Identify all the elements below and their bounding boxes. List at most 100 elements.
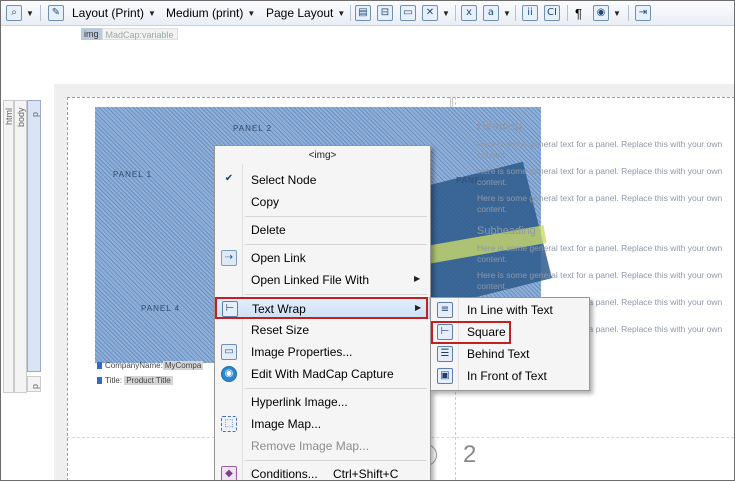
menu-label: Reset Size	[251, 323, 310, 337]
text-button[interactable]: a ▼	[483, 4, 511, 22]
conditions-icon: ◆	[221, 466, 237, 480]
view-button[interactable]: ◉ ▼	[593, 4, 621, 22]
structure-body-label: body	[16, 107, 26, 127]
company-label: CompanyName:	[105, 361, 163, 370]
menu-label: Select Node	[251, 173, 317, 187]
chevron-down-icon: ▼	[503, 8, 511, 18]
structure-p-second[interactable]: p	[27, 376, 41, 392]
menu-label: Open Linked File With	[251, 273, 370, 287]
paragraph-marker-icon	[97, 377, 102, 385]
panel-label: PANEL 2	[233, 124, 273, 133]
conditions-button[interactable]: ii	[522, 4, 538, 22]
zoom-button[interactable]: ⌕ ▼	[6, 4, 34, 22]
wrap-in-front-of-text[interactable]: ▣ In Front of Text	[431, 365, 589, 387]
toolbar-divider	[350, 5, 351, 21]
layout-label: Layout (Print)	[72, 6, 145, 20]
wrap-behind-text[interactable]: ☰ Behind Text	[431, 343, 589, 365]
menu-separator	[245, 460, 427, 461]
toolbar-divider	[567, 5, 568, 21]
company-variable[interactable]: MyCompa	[162, 361, 204, 370]
check-icon: ✔	[224, 173, 234, 184]
menu-hyperlink-image[interactable]: Hyperlink Image...	[215, 391, 430, 413]
company-line: CompanyName: MyCompa Title: Product Title	[97, 361, 204, 385]
capture-icon: ◉	[221, 366, 237, 382]
link-icon: ⇢	[221, 250, 237, 266]
menu-separator	[245, 388, 427, 389]
export-icon: ⇥	[635, 5, 651, 21]
menu-label: Copy	[251, 195, 280, 209]
menu-open-linked-file-with[interactable]: Open Linked File With ▶	[215, 269, 430, 291]
menu-reset-size[interactable]: Reset Size	[215, 319, 430, 341]
menu-open-link[interactable]: ⇢ Open Link	[215, 247, 430, 269]
menu-remove-image-map[interactable]: Remove Image Map...	[215, 435, 430, 457]
chevron-down-icon: ▼	[247, 8, 256, 18]
layout-dropdown[interactable]: ✎ Layout (Print) ▼	[48, 4, 156, 22]
show-marks-button[interactable]: ¶	[575, 4, 582, 22]
chevron-down-icon: ▼	[442, 8, 450, 18]
panel-subheading: Subheading	[477, 225, 536, 237]
zoom-icon: ⊟	[377, 5, 393, 21]
menu-copy[interactable]: Copy	[215, 191, 430, 213]
menu-delete[interactable]: Delete	[215, 219, 430, 241]
page-number: 2	[463, 441, 477, 468]
export-button[interactable]: ⇥	[635, 4, 651, 22]
toolbar: ⌕ ▼ ✎ Layout (Print) ▼ Medium (print) ▼ Pag…	[1, 1, 734, 26]
menu-label: Image Map...	[251, 417, 322, 431]
eye-icon: ◉	[593, 5, 609, 21]
image-icon: ▭	[221, 344, 237, 360]
inline-wrap-icon: ≡	[437, 302, 453, 318]
wrap-in-line-with-text[interactable]: ≡ In Line with Text	[431, 299, 589, 321]
image-map-icon: ⬚	[221, 416, 237, 432]
tag-img[interactable]: img	[81, 28, 102, 40]
markers-icon: ✕	[422, 5, 438, 21]
behind-wrap-icon: ☰	[437, 346, 453, 362]
menu-image-map[interactable]: ⬚ Image Map...	[215, 413, 430, 435]
structure-html[interactable]: html	[3, 100, 14, 393]
menu-image-properties[interactable]: ▭ Image Properties...	[215, 341, 430, 363]
toolbar-divider	[628, 5, 629, 21]
spreadsheet-icon: x	[461, 5, 477, 21]
text-format-icon: a	[483, 5, 499, 21]
structure-p2-label: p	[30, 383, 40, 389]
medium-dropdown[interactable]: Medium (print) ▼	[164, 4, 255, 22]
paragraph-marker-icon	[97, 362, 102, 370]
title-label: Title:	[105, 376, 123, 385]
structure-p-label: p	[30, 111, 40, 117]
frame-button[interactable]: ▭	[400, 4, 416, 22]
conditions-icon: ii	[522, 5, 538, 21]
panel-label: PANEL 1	[113, 170, 153, 179]
toolbar-divider	[515, 5, 516, 21]
toolbar-divider	[40, 5, 41, 21]
tag-variable[interactable]: MadCap:variable	[101, 28, 178, 40]
panel-paragraph: Here is some general text for a panel. R…	[477, 139, 723, 160]
context-menu-title: <img>	[308, 150, 337, 161]
magnifier-icon: ⌕	[6, 5, 22, 21]
structure-html-label: html	[4, 107, 14, 125]
menu-edit-madcap-capture[interactable]: ◉ Edit With MadCap Capture	[215, 363, 430, 385]
structure-body[interactable]: body	[14, 100, 27, 393]
menu-select-node[interactable]: ✔ Select Node	[215, 169, 430, 191]
front-wrap-icon: ▣	[437, 368, 453, 384]
tags-button[interactable]: CI	[544, 4, 560, 22]
frame-icon: ▭	[400, 5, 416, 21]
tags-icon: CI	[544, 5, 560, 21]
editor-window: ⌕ ▼ ✎ Layout (Print) ▼ Medium (print) ▼ Pag…	[0, 0, 735, 481]
markers-button[interactable]: ✕ ▼	[422, 4, 450, 22]
page-layout-dropdown[interactable]: Page Layout ▼	[264, 4, 345, 22]
text-wrap-submenu: ≡ In Line with Text ⊢ Square ☰ Behind Te…	[430, 297, 590, 391]
title-variable[interactable]: Product Title	[124, 376, 173, 385]
preview-button[interactable]: ▤	[355, 4, 371, 22]
menu-label: Remove Image Map...	[251, 439, 370, 453]
panel-paragraph: Here is some general text for a panel. R…	[477, 243, 723, 264]
panel-paragraph: Here is some general text for a panel. R…	[477, 270, 723, 291]
structure-p[interactable]: p	[27, 100, 41, 372]
chevron-down-icon: ▼	[148, 8, 156, 18]
spreadsheet-button[interactable]: x	[461, 4, 477, 22]
menu-conditions[interactable]: ◆ Conditions... Ctrl+Shift+C	[215, 463, 430, 480]
menu-label: In Front of Text	[467, 369, 547, 383]
panel-heading: Heading	[477, 119, 522, 133]
zoom-out-button[interactable]: ⊟	[377, 4, 393, 22]
menu-separator	[245, 216, 427, 217]
menu-label: Delete	[251, 223, 286, 237]
panel-paragraph: Here is some general text for a panel. R…	[477, 166, 723, 187]
